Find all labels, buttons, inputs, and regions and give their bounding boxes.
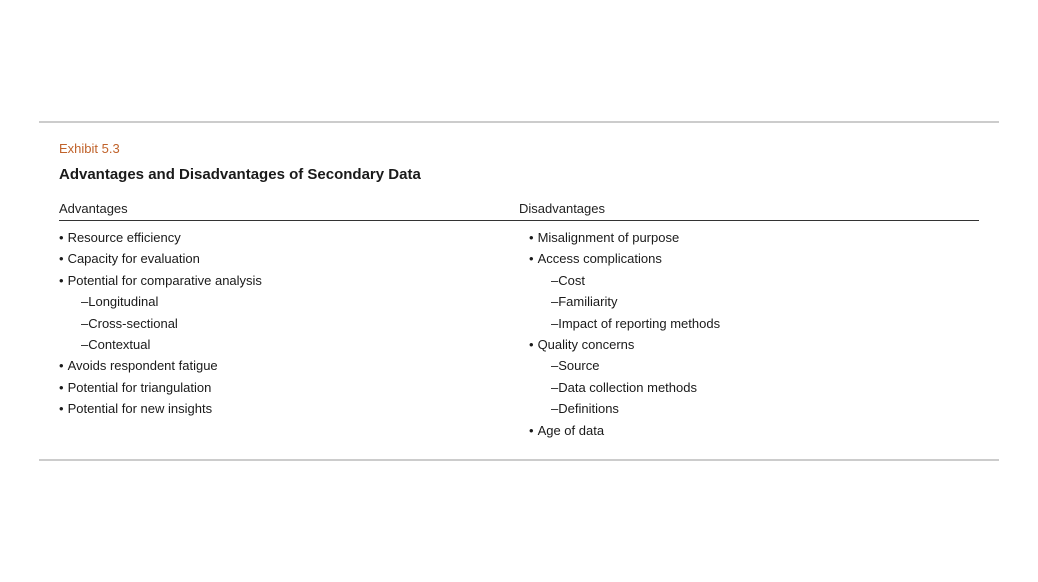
list-item: •Capacity for evaluation	[59, 248, 509, 269]
list-item: •Potential for triangulation	[59, 377, 509, 398]
sub-text: –Data collection methods	[551, 377, 697, 398]
sub-item: –Source	[529, 355, 979, 376]
bullet-icon: •	[59, 248, 64, 269]
sub-item: –Longitudinal	[59, 291, 509, 312]
table-container: Advantages Disadvantages •Resource effic…	[59, 201, 979, 441]
item-text: Age of data	[538, 420, 605, 441]
bullet-icon: •	[529, 420, 534, 441]
sub-text: –Familiarity	[551, 291, 617, 312]
item-text: Potential for comparative analysis	[68, 270, 262, 291]
item-text: Capacity for evaluation	[68, 248, 200, 269]
bullet-icon: •	[59, 227, 64, 248]
sub-text: –Cross-sectional	[81, 313, 178, 334]
sub-item: –Familiarity	[529, 291, 979, 312]
advantages-column: •Resource efficiency•Capacity for evalua…	[59, 227, 519, 420]
sub-item: –Cross-sectional	[59, 313, 509, 334]
sub-text: –Contextual	[81, 334, 150, 355]
sub-text: –Definitions	[551, 398, 619, 419]
list-item: •Age of data	[529, 420, 979, 441]
exhibit-label: Exhibit 5.3	[59, 141, 979, 156]
bullet-icon: •	[59, 270, 64, 291]
page-container: Exhibit 5.3 Advantages and Disadvantages…	[0, 0, 1038, 582]
list-item: •Quality concerns	[529, 334, 979, 355]
disadvantages-header: Disadvantages	[519, 201, 979, 216]
item-text: Avoids respondent fatigue	[68, 355, 218, 376]
list-item: •Avoids respondent fatigue	[59, 355, 509, 376]
list-item: •Resource efficiency	[59, 227, 509, 248]
list-item: •Potential for comparative analysis	[59, 270, 509, 291]
sub-text: –Source	[551, 355, 599, 376]
bullet-icon: •	[529, 227, 534, 248]
sub-text: –Impact of reporting methods	[551, 313, 720, 334]
sub-text: –Cost	[551, 270, 585, 291]
sub-item: –Definitions	[529, 398, 979, 419]
list-item: •Potential for new insights	[59, 398, 509, 419]
item-text: Resource efficiency	[68, 227, 181, 248]
bullet-icon: •	[529, 248, 534, 269]
sub-item: –Impact of reporting methods	[529, 313, 979, 334]
list-item: •Access complications	[529, 248, 979, 269]
exhibit-title: Advantages and Disadvantages of Secondar…	[59, 166, 979, 183]
bullet-icon: •	[59, 355, 64, 376]
disadvantages-column: •Misalignment of purpose•Access complica…	[519, 227, 979, 441]
advantages-header: Advantages	[59, 201, 519, 216]
item-text: Quality concerns	[538, 334, 635, 355]
item-text: Access complications	[538, 248, 662, 269]
sub-text: –Longitudinal	[81, 291, 158, 312]
exhibit-box: Exhibit 5.3 Advantages and Disadvantages…	[39, 121, 999, 461]
bullet-icon: •	[59, 377, 64, 398]
sub-item: –Cost	[529, 270, 979, 291]
bullet-icon: •	[59, 398, 64, 419]
sub-item: –Data collection methods	[529, 377, 979, 398]
item-text: Misalignment of purpose	[538, 227, 680, 248]
table-body: •Resource efficiency•Capacity for evalua…	[59, 227, 979, 441]
item-text: Potential for triangulation	[68, 377, 212, 398]
sub-item: –Contextual	[59, 334, 509, 355]
list-item: •Misalignment of purpose	[529, 227, 979, 248]
bullet-icon: •	[529, 334, 534, 355]
item-text: Potential for new insights	[68, 398, 213, 419]
table-header: Advantages Disadvantages	[59, 201, 979, 221]
